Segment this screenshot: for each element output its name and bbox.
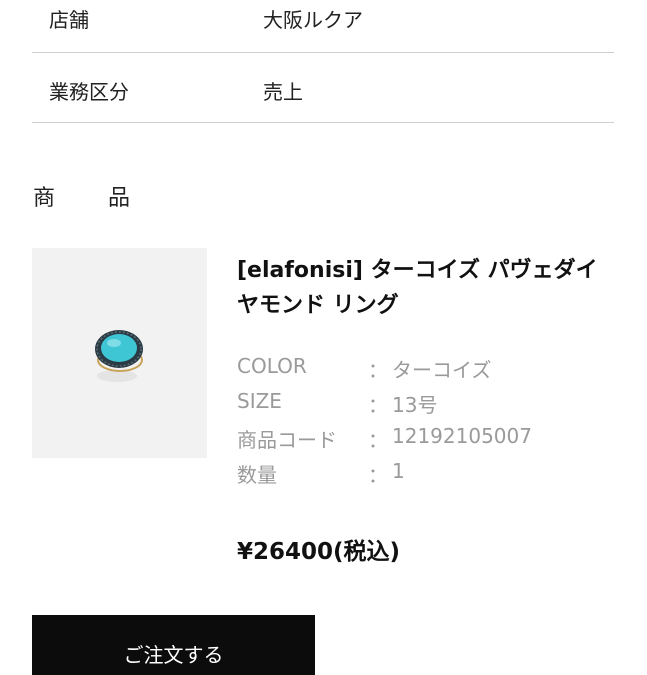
spec-row-product-code: 商品コード ： 12192105007 (237, 424, 637, 454)
spec-size-value: 13号 (392, 393, 438, 417)
store-value: 大阪ルクア (263, 8, 363, 32)
spec-quantity-separator: ： (368, 463, 388, 487)
spec-code-key: 商品コード (237, 428, 337, 452)
spec-size-separator: ： (368, 393, 388, 417)
spec-row-size: SIZE ： 13号 (237, 389, 637, 419)
spec-row-quantity: 数量 ： 1 (237, 459, 637, 489)
spec-code-separator: ： (368, 428, 388, 452)
product-price: ¥26400(税込) (237, 539, 401, 565)
spec-size-key: SIZE (237, 389, 282, 413)
spec-code-value: 12192105007 (392, 424, 532, 448)
product-name[interactable]: [elafonisi] ターコイズ パヴェダイヤモンド リング (237, 253, 617, 323)
order-button[interactable]: ご注文する (32, 615, 315, 675)
spec-quantity-value: 1 (392, 459, 405, 483)
store-label: 店舗 (49, 8, 89, 32)
order-button-label: ご注文する (123, 643, 224, 667)
spec-color-separator: ： (368, 358, 388, 382)
section-title-char-2: 品 (108, 186, 131, 211)
business-category-value: 売上 (263, 80, 303, 104)
turquoise-ring-icon (95, 330, 143, 382)
info-row-store: 店舗 大阪ルクア (32, 0, 614, 53)
business-category-label: 業務区分 (49, 80, 129, 104)
spec-color-value: ターコイズ (392, 358, 492, 382)
product-image[interactable] (32, 248, 207, 458)
spec-row-color: COLOR ： ターコイズ (237, 354, 637, 384)
spec-quantity-key: 数量 (237, 463, 277, 487)
info-row-business-category: 業務区分 売上 (32, 52, 614, 123)
section-title-char-1: 商 (33, 186, 56, 211)
spec-color-key: COLOR (237, 354, 307, 378)
